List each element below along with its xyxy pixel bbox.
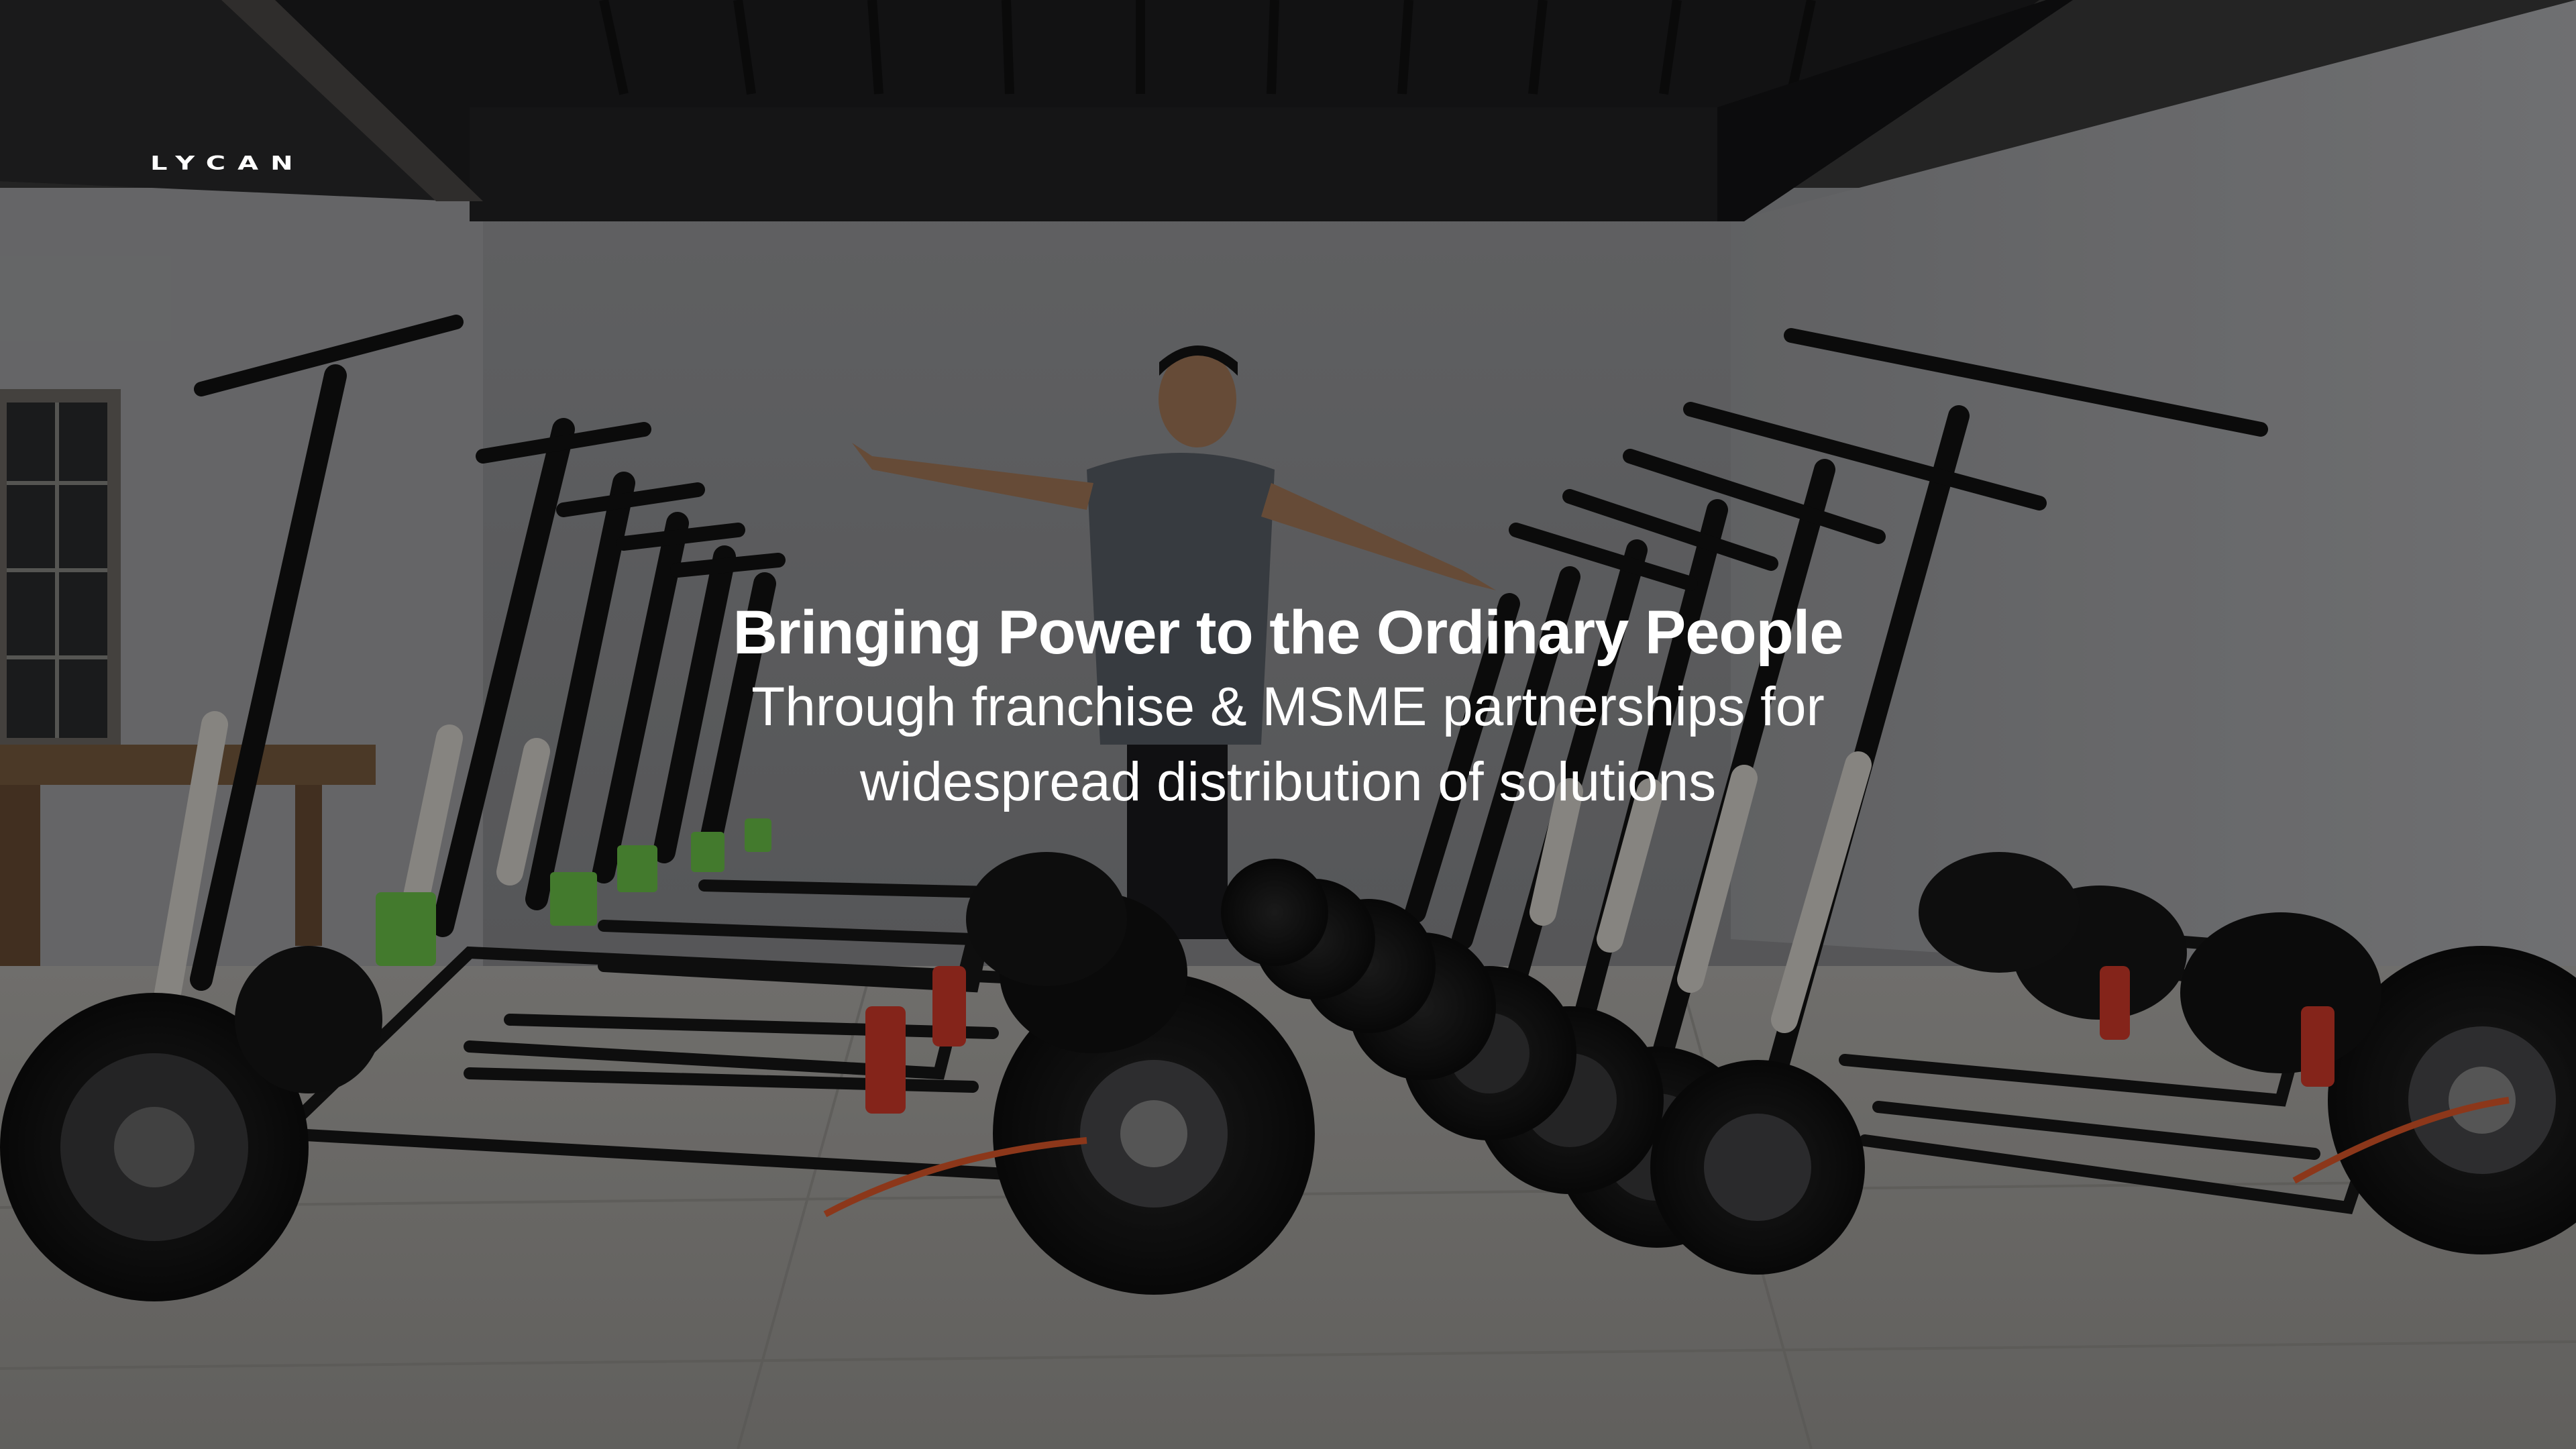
hero-subline: Through franchise & MSME partnerships fo…: [751, 676, 1825, 812]
hero-text-block: Bringing Power to the Ordinary People Th…: [0, 596, 2576, 820]
hero-headline: Bringing Power to the Ordinary People: [733, 598, 1844, 667]
lycan-logo: LYCAN: [150, 153, 305, 175]
hero-slide: LYCAN Bringing Power to the Ordinary Peo…: [0, 0, 2576, 1449]
